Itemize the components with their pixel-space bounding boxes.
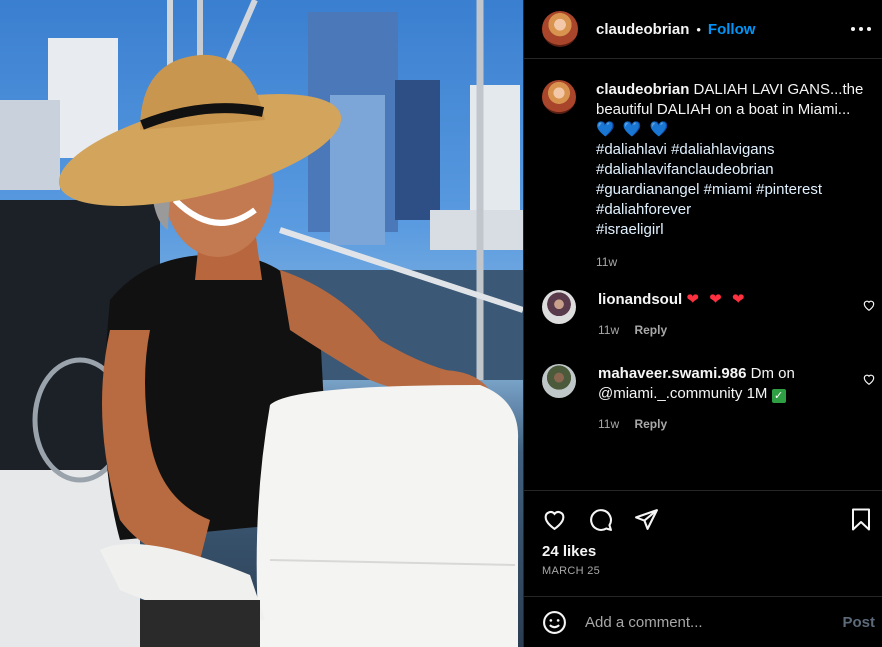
post-header: claudeobrian • Follow: [524, 0, 882, 59]
comment-timestamp: 11w: [598, 417, 620, 431]
comment-input[interactable]: [585, 613, 825, 631]
commenter-avatar[interactable]: [542, 290, 576, 324]
emoji-icon[interactable]: [542, 610, 567, 635]
heart-icon[interactable]: [542, 507, 567, 532]
post-sidebar: claudeobrian • Follow claudeobrian DALIA…: [523, 0, 882, 647]
comment-like-icon[interactable]: [862, 298, 876, 312]
caption-hearts: 💙 💙 💙: [596, 121, 671, 138]
reply-button[interactable]: Reply: [634, 323, 667, 337]
post-comment-button[interactable]: Post: [842, 614, 875, 631]
comment-timestamp: 11w: [598, 323, 620, 337]
more-icon[interactable]: [851, 20, 871, 38]
save-icon[interactable]: [849, 507, 873, 532]
hashtag-link[interactable]: #israeligirl: [596, 221, 664, 238]
commenter-avatar[interactable]: [542, 364, 576, 398]
check-mark-icon: ✓: [771, 389, 786, 403]
hashtag-link[interactable]: #daliahforever: [596, 201, 691, 218]
likes-count[interactable]: 24 likes: [542, 543, 596, 560]
caption-avatar[interactable]: [542, 80, 576, 114]
caption-username[interactable]: claudeobrian: [596, 81, 689, 98]
caption-timestamp: 11w: [596, 255, 618, 269]
reply-button[interactable]: Reply: [634, 417, 667, 431]
comment-username[interactable]: mahaveer.swami.986: [598, 365, 746, 382]
post-caption: claudeobrian DALIAH LAVI GANS...the beau…: [542, 80, 872, 272]
author-avatar[interactable]: [542, 11, 578, 47]
hashtag-link[interactable]: #guardianangel: [596, 181, 699, 198]
author-username[interactable]: claudeobrian: [596, 21, 689, 38]
hashtag-link[interactable]: #daliahlavigans: [671, 141, 774, 158]
post-actions: 24 likes MARCH 25: [524, 490, 882, 596]
comment-icon[interactable]: [588, 507, 613, 532]
hashtag-link[interactable]: #daliahlavifanclaudeobrian: [596, 161, 774, 178]
hashtag-link[interactable]: #pinterest: [756, 181, 822, 198]
post-date: MARCH 25: [542, 565, 601, 577]
separator-dot: •: [696, 21, 701, 37]
comment-text: ❤ ❤ ❤: [686, 291, 748, 308]
share-icon[interactable]: [634, 507, 659, 532]
comment-composer: Post: [524, 596, 882, 647]
photo-illustration: [0, 0, 523, 647]
comment-item: mahaveer.swami.986 Dm on @miami._.commun…: [542, 364, 880, 434]
comment-item: lionandsoul ❤ ❤ ❤ 11w Reply: [542, 290, 880, 340]
follow-button[interactable]: Follow: [708, 21, 756, 38]
hashtag-link[interactable]: #daliahlavi: [596, 141, 667, 158]
comment-like-icon[interactable]: [862, 372, 876, 386]
hashtag-link[interactable]: #miami: [704, 181, 752, 198]
post-image[interactable]: [0, 0, 523, 647]
comment-username[interactable]: lionandsoul: [598, 291, 682, 308]
hashtag-list: #daliahlavi #daliahlavigans #daliahlavif…: [596, 140, 866, 240]
